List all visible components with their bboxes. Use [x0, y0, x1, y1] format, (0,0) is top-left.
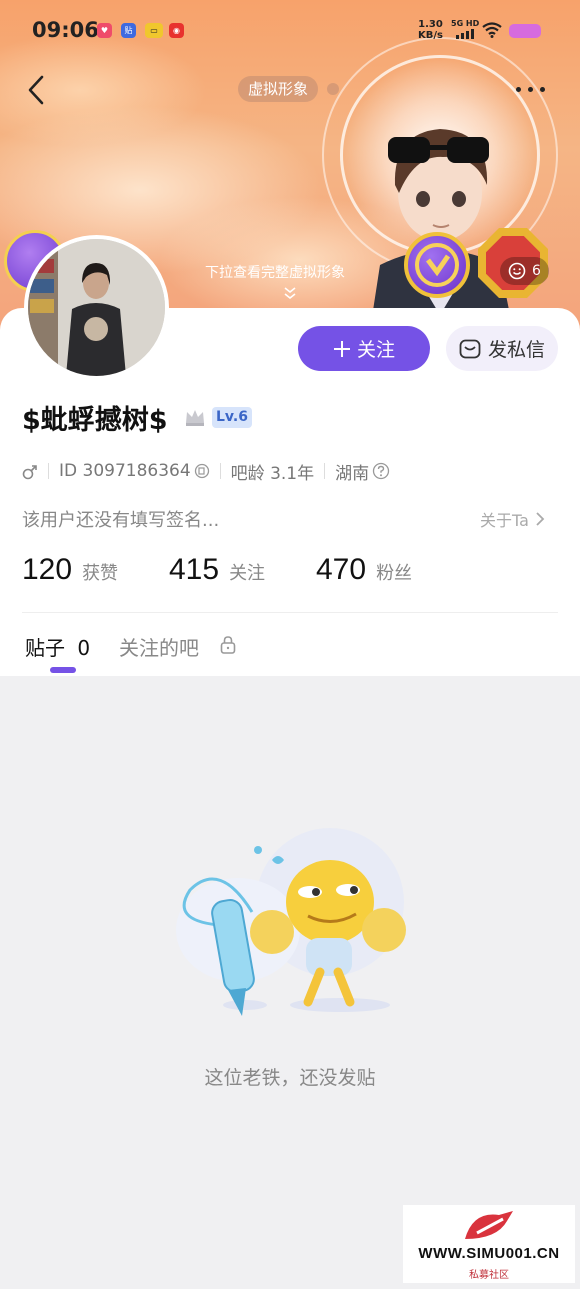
app-notification-icon: ◉ — [169, 23, 184, 38]
watermark-url: WWW.SIMU001.CN — [418, 1245, 560, 1262]
help-icon[interactable] — [372, 462, 390, 480]
empty-state-text: 这位老铁，还没发贴 — [204, 1067, 376, 1089]
net-speed-unit: KB/s — [418, 30, 443, 41]
emblem-icon — [415, 243, 459, 287]
cell-signal-icon — [456, 29, 476, 39]
more-options-icon[interactable] — [512, 80, 552, 100]
male-gender-icon — [22, 465, 37, 480]
empty-state-illustration — [176, 828, 406, 1016]
app-notification-icon: ▭ — [145, 23, 163, 38]
chevron-right-icon — [536, 512, 545, 526]
stat-likes-label: 获赞 — [82, 563, 119, 584]
tab-posts-count: 0 — [77, 636, 91, 660]
meta-divider — [48, 463, 49, 479]
signature: 该用户还没有填写签名... — [22, 510, 220, 531]
watermark-logo — [465, 1211, 513, 1239]
double-chevron-down-icon — [284, 287, 296, 300]
region: 湖南 — [335, 463, 370, 484]
profile-meta: ID 3097186364 吧龄 3.1年 湖南 — [22, 460, 390, 484]
message-icon — [459, 339, 481, 358]
meta-divider — [324, 463, 326, 479]
back-arrow-icon[interactable] — [22, 70, 54, 110]
tab-posts-label: 贴子 — [25, 636, 65, 660]
virtual-avatar-tag[interactable]: 虚拟形象 — [238, 76, 319, 102]
tab-followed-bars[interactable]: 关注的吧 — [119, 632, 199, 661]
user-id: ID 3097186364 — [59, 461, 191, 481]
user-photo — [28, 239, 165, 376]
tab-posts[interactable]: 贴子 0 — [25, 632, 90, 661]
net-speed: 1.30 KB/s — [418, 19, 443, 41]
stats-row: 120 获赞 415 关注 470 粉丝 — [22, 553, 412, 591]
meta-divider — [219, 463, 221, 479]
net-speed-value: 1.30 — [418, 19, 443, 30]
active-tab-indicator — [50, 667, 76, 673]
stat-likes[interactable]: 120 获赞 — [22, 553, 169, 587]
follow-button[interactable]: 关注 — [298, 326, 430, 371]
wifi-icon — [482, 22, 502, 38]
watermark-subtitle: 私募社区 — [469, 1270, 509, 1281]
status-bar: 09:06 ♥ 贴 ▭ ◉ 1.30 KB/s 5G HD — [0, 0, 580, 62]
watermark: WWW.SIMU001.CN 私募社区 — [403, 1205, 575, 1283]
stat-likes-value: 120 — [22, 553, 73, 586]
avatar-tag-dot — [327, 83, 339, 95]
crown-icon[interactable] — [184, 407, 206, 427]
stat-following-value: 415 — [169, 553, 220, 586]
avatar[interactable] — [24, 235, 169, 380]
stat-followers-label: 粉丝 — [376, 563, 413, 584]
about-link[interactable]: 关于Ta — [480, 507, 545, 531]
stat-following-label: 关注 — [229, 563, 266, 584]
section-divider — [22, 612, 558, 613]
battery-icon — [509, 24, 541, 38]
app-notification-icon: 贴 — [121, 23, 136, 38]
copy-icon[interactable] — [194, 463, 210, 479]
lock-icon — [220, 636, 236, 654]
stat-following[interactable]: 415 关注 — [169, 553, 316, 587]
medal-badge-center[interactable] — [404, 232, 470, 298]
private-message-button[interactable]: 发私信 — [446, 326, 558, 371]
smile-icon — [508, 262, 526, 280]
mood-counter[interactable]: 6 — [500, 257, 549, 285]
follow-button-label: 关注 — [356, 339, 395, 361]
nickname: $蚍蜉撼树$ — [22, 405, 168, 436]
plus-icon — [333, 340, 350, 357]
level-badge[interactable]: Lv.6 — [212, 407, 252, 428]
mood-count: 6 — [532, 263, 541, 279]
stat-followers[interactable]: 470 粉丝 — [316, 553, 412, 587]
signal-label: 5G HD — [451, 19, 480, 28]
status-time: 09:06 — [32, 18, 99, 42]
app-notification-icon: ♥ — [97, 23, 112, 38]
private-message-label: 发私信 — [487, 339, 545, 361]
stat-followers-value: 470 — [316, 553, 367, 586]
bar-age: 吧龄 3.1年 — [230, 463, 315, 484]
about-label: 关于Ta — [480, 511, 529, 530]
pull-hint: 下拉查看完整虚拟形象 — [205, 265, 345, 281]
